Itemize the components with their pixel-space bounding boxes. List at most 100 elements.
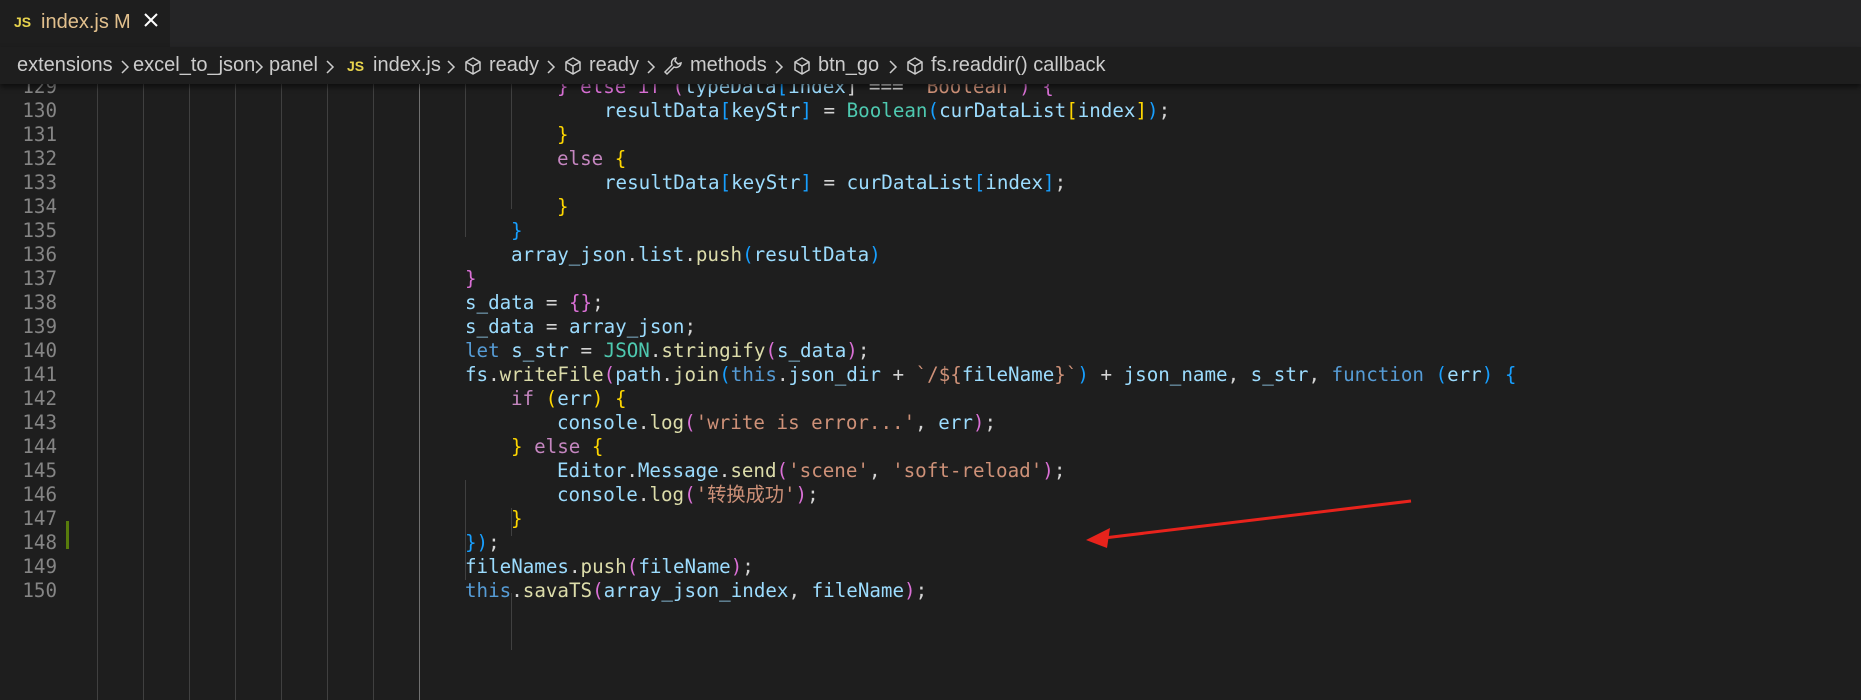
breadcrumb-item-excel-to-json[interactable]: excel_to_json <box>133 54 255 77</box>
code-token: ) <box>904 579 916 602</box>
code-token: log <box>649 483 685 506</box>
tab-index-js[interactable]: JS index.js M <box>0 0 170 47</box>
code-token: . <box>637 483 650 506</box>
code-token: ( <box>684 483 696 506</box>
code-token: array_json <box>511 243 627 266</box>
code-token: s_data <box>465 315 535 338</box>
code-token: ( <box>684 411 696 434</box>
code-token: fs <box>465 363 489 386</box>
code-token: } <box>557 123 569 146</box>
code-line-136[interactable]: array_json.list.push(resultData) <box>511 241 881 270</box>
code-token: , <box>1227 363 1251 386</box>
indent-guide <box>373 84 374 700</box>
code-token: , <box>788 579 812 602</box>
chevron-right-icon <box>447 60 456 74</box>
code-token: function <box>1331 363 1424 386</box>
code-token: Editor <box>557 459 627 482</box>
breadcrumb-item-extensions[interactable]: extensions <box>17 54 113 77</box>
code-token: ) <box>1147 99 1159 122</box>
cube-icon <box>794 57 810 75</box>
code-token: resultData <box>753 243 870 266</box>
code-token: fileName <box>638 555 731 578</box>
code-token: ; <box>592 291 604 314</box>
code-line-133[interactable]: resultData[keyStr] = curDataList[index]; <box>604 169 1066 198</box>
code-token: . <box>626 459 638 482</box>
code-line-143[interactable]: console.log('write is error...', err); <box>557 409 996 438</box>
code-token: curDataList <box>846 171 974 194</box>
code-token: index <box>985 171 1044 194</box>
wrench-icon <box>663 57 682 76</box>
breadcrumb-item-index-js[interactable]: index.js <box>373 54 441 77</box>
breadcrumb-item-btn-go[interactable]: btn_go <box>818 54 879 77</box>
code-token: ; <box>984 411 997 434</box>
code-token: }) <box>465 531 489 554</box>
code-token: } <box>511 507 523 530</box>
code-line-147[interactable]: } <box>511 505 523 534</box>
code-token: ) <box>795 483 808 506</box>
breadcrumb-item-methods[interactable]: methods <box>690 54 767 77</box>
code-token: ) <box>972 411 985 434</box>
code-line-134[interactable]: } <box>557 193 569 222</box>
code-token: ( <box>626 555 639 578</box>
code-line-146[interactable]: console.log('转换成功'); <box>557 481 819 510</box>
code-token: + <box>1088 363 1124 386</box>
code-token: array_json_index <box>603 579 789 602</box>
breadcrumb-item-panel[interactable]: panel <box>269 54 318 77</box>
code-token: ; <box>488 531 500 554</box>
code-token: s_data <box>465 291 535 314</box>
breadcrumb-item-ready-2[interactable]: ready <box>589 54 639 77</box>
code-token: writeFile <box>499 363 604 386</box>
chevron-right-icon <box>547 60 556 74</box>
chevron-right-icon <box>647 60 656 74</box>
close-icon[interactable] <box>142 11 160 29</box>
line-number: 150 <box>22 579 57 602</box>
code-token: curDataList <box>939 99 1067 122</box>
indent-guide <box>465 84 466 237</box>
code-token: s_str <box>1250 363 1309 386</box>
code-token: . <box>511 579 523 602</box>
code-token: . <box>626 243 639 266</box>
code-token: ] <box>800 99 812 122</box>
indent-guide <box>419 84 420 700</box>
code-token: savaTS <box>522 579 593 602</box>
indent-guide <box>281 84 282 700</box>
code-token: s_str <box>511 339 569 362</box>
code-token: stringify <box>661 339 766 362</box>
code-token: }` <box>1054 363 1078 386</box>
chevron-right-icon <box>255 60 264 74</box>
code-editor[interactable]: 129 130 131 132 133 134 135 136 137 138 … <box>0 84 1861 700</box>
code-token: 'scene' <box>788 459 869 482</box>
code-token: ; <box>915 579 928 602</box>
code-token: ( <box>927 99 940 122</box>
code-line-130[interactable]: resultData[keyStr] = Boolean(curDataList… <box>604 97 1170 126</box>
code-line-150[interactable]: this.savaTS(array_json_index, fileName); <box>465 577 927 606</box>
code-token: ) <box>1077 363 1089 386</box>
code-token: array_json <box>568 315 685 338</box>
code-token: ] <box>800 171 812 194</box>
code-token: ] <box>1135 99 1148 122</box>
code-token: ] <box>1043 171 1055 194</box>
code-token: . <box>649 339 662 362</box>
code-token: = <box>568 339 604 362</box>
code-token: . <box>568 555 581 578</box>
chevron-right-icon <box>326 60 335 74</box>
code-token: . <box>718 459 731 482</box>
code-token: fileName <box>961 363 1055 386</box>
code-token: Boolean <box>846 99 928 122</box>
code-token: ( <box>765 339 777 362</box>
code-token: } <box>511 435 523 458</box>
code-token: this <box>730 363 777 386</box>
code-token: path <box>615 363 662 386</box>
breadcrumb: extensions excel_to_json panel JS index.… <box>0 47 1861 84</box>
code-token: else <box>557 147 604 170</box>
code-token: ; <box>857 339 870 362</box>
code-token: if <box>511 387 535 410</box>
code-token: ( <box>603 363 616 386</box>
code-token: Message <box>637 459 719 482</box>
breadcrumb-item-readdir-callback[interactable]: fs.readdir() callback <box>931 54 1106 77</box>
code-token: ] === <box>845 84 916 98</box>
code-token: console <box>557 411 638 434</box>
breadcrumb-item-ready[interactable]: ready <box>489 54 539 77</box>
code-token: `/${ <box>915 363 962 386</box>
code-token: ; <box>1053 459 1066 482</box>
